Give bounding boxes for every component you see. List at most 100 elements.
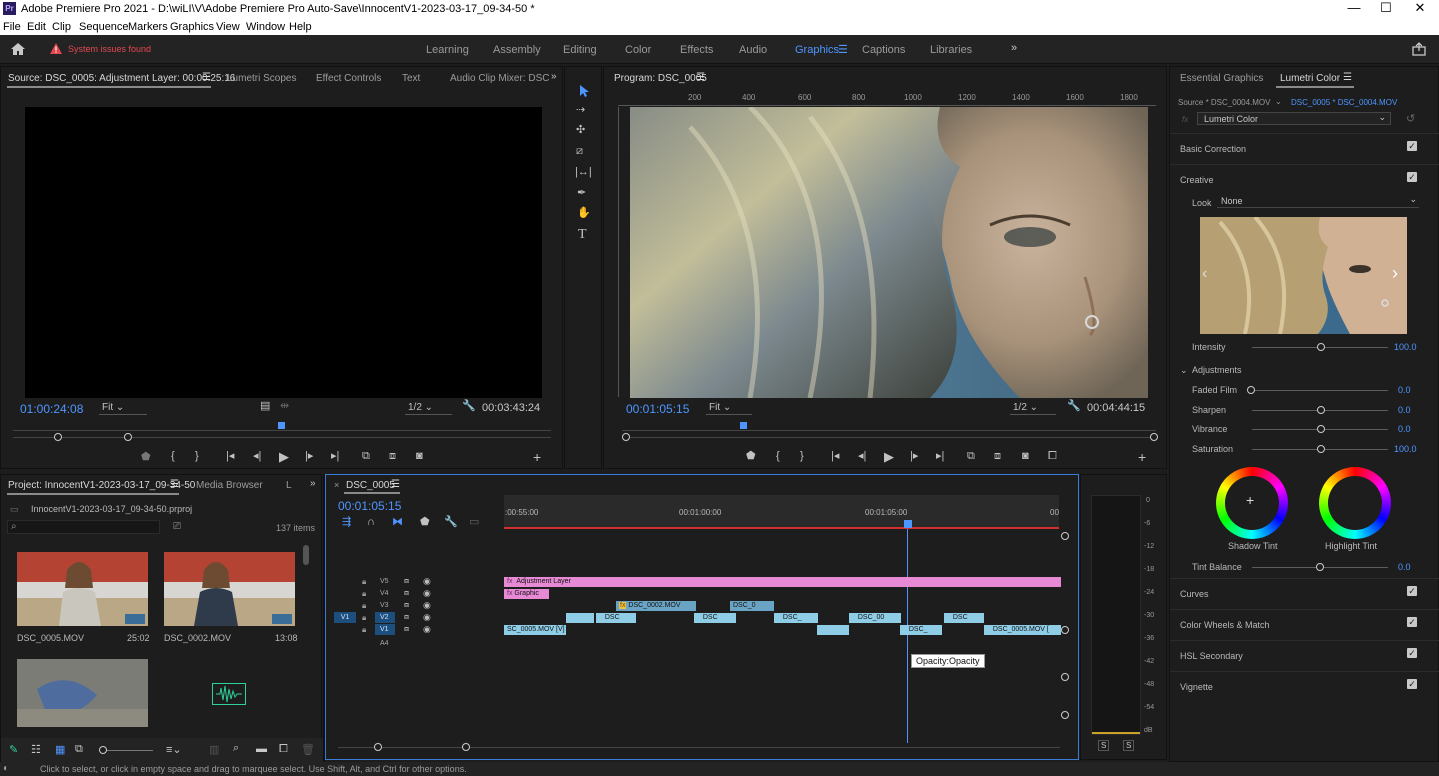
project-item-name[interactable]: DSC_0002.MOV — [164, 633, 231, 643]
eye-icon[interactable]: ◉ — [423, 600, 431, 611]
vibrance-value[interactable]: 0.0 — [1398, 424, 1411, 434]
home-icon[interactable] — [10, 42, 26, 56]
creative-checkbox[interactable]: ✓ — [1407, 172, 1417, 182]
workspace-graphics[interactable]: Graphics — [795, 44, 839, 56]
slip-tool-icon[interactable]: |↔| — [575, 167, 592, 178]
hand-tool-icon[interactable]: ✋ — [577, 208, 591, 219]
tint-balance-value[interactable]: 0.0 — [1398, 562, 1411, 572]
ripple-edit-tool-icon[interactable]: ✣ — [576, 125, 585, 136]
overwrite-icon[interactable]: ⧈ — [389, 451, 396, 462]
video-clip[interactable]: DSC_00 — [849, 613, 901, 623]
timeline-zoom-handle-right[interactable] — [462, 743, 470, 751]
timeline-scroll-handle[interactable] — [1061, 711, 1069, 719]
maximize-button[interactable]: ☐ — [1369, 0, 1403, 18]
lock-icon[interactable]: 🔒︎ — [362, 589, 366, 599]
menu-sequence[interactable]: Sequence — [79, 21, 129, 33]
thumbnail-size-handle[interactable] — [99, 746, 107, 754]
step-back-icon[interactable]: ◂| — [858, 451, 866, 462]
thumbnail-dsc-0002[interactable] — [164, 552, 295, 626]
source-playhead[interactable] — [278, 422, 285, 429]
intensity-slider-handle[interactable] — [1317, 343, 1325, 351]
program-timecode[interactable]: 00:01:05:15 — [626, 402, 689, 416]
video-clip[interactable]: DSC_ — [900, 625, 942, 635]
workspace-color[interactable]: Color — [625, 44, 651, 56]
snap-icon[interactable]: ∩ — [367, 517, 375, 528]
menu-file[interactable]: File — [3, 21, 21, 33]
export-frame-icon[interactable]: ◙ — [416, 451, 423, 462]
tab-essential-graphics[interactable]: Essential Graphics — [1180, 73, 1263, 84]
extract-icon[interactable]: ⧈ — [994, 451, 1001, 462]
pen-tool-icon[interactable]: ✒ — [577, 188, 586, 199]
step-forward-icon[interactable]: |▸ — [910, 451, 918, 462]
timeline-scroll-handle[interactable] — [1061, 532, 1069, 540]
hsl-secondary-checkbox[interactable]: ✓ — [1407, 648, 1417, 658]
faded-film-value[interactable]: 0.0 — [1398, 385, 1411, 395]
sharpen-value[interactable]: 0.0 — [1398, 405, 1411, 415]
workspace-effects[interactable]: Effects — [680, 44, 713, 56]
share-icon[interactable] — [1412, 42, 1426, 56]
source-chevron-icon[interactable]: ⌄ — [1275, 97, 1282, 106]
selection-tool-icon[interactable] — [578, 84, 590, 98]
look-select[interactable]: None ⌄ — [1217, 194, 1419, 208]
workspace-overflow-icon[interactable]: » — [1011, 42, 1017, 54]
close-button[interactable]: ✕ — [1403, 0, 1437, 18]
video-clip[interactable]: DSC — [596, 613, 636, 623]
menu-edit[interactable]: Edit — [27, 21, 46, 33]
eye-icon[interactable]: ◉ — [423, 612, 431, 623]
color-wheels-checkbox[interactable]: ✓ — [1407, 617, 1417, 627]
button-editor-icon[interactable]: + — [533, 450, 541, 464]
highlight-tint-wheel[interactable] — [1319, 467, 1391, 539]
panel-overflow-icon[interactable]: » — [551, 71, 557, 82]
source-zoom-bar[interactable] — [13, 437, 551, 438]
sync-icon[interactable]: ⧈ — [404, 600, 409, 610]
basic-correction-checkbox[interactable]: ✓ — [1407, 141, 1417, 151]
solo-left-button[interactable]: S — [1098, 740, 1110, 751]
menu-view[interactable]: View — [216, 21, 240, 33]
workspace-editing[interactable]: Editing — [563, 44, 597, 56]
menu-graphics[interactable]: Graphics — [170, 21, 214, 33]
program-resolution-dropdown[interactable]: 1/2 ⌄ — [1010, 401, 1056, 415]
program-playhead[interactable] — [740, 422, 747, 429]
add-marker-icon[interactable]: ⬟ — [420, 517, 430, 528]
program-menu-icon[interactable]: ☰ — [696, 72, 705, 83]
go-to-in-icon[interactable]: |◂ — [831, 451, 839, 462]
section-color-wheels[interactable]: Color Wheels & Match — [1180, 620, 1270, 630]
chevron-down-icon[interactable]: ⌄ — [1180, 365, 1188, 376]
new-search-bin-icon[interactable]: ⎚ — [173, 521, 181, 532]
go-to-out-icon[interactable]: ▸| — [936, 451, 944, 462]
system-issues-alert[interactable]: System issues found — [68, 44, 151, 54]
audio-clip-tile[interactable] — [164, 659, 295, 727]
mark-out-icon[interactable]: } — [800, 451, 804, 462]
timeline-zoom-bar[interactable] — [338, 747, 1060, 748]
video-clip[interactable]: DSC — [944, 613, 984, 623]
icon-view-icon[interactable]: ▦ — [55, 743, 65, 756]
button-editor-icon[interactable]: + — [1138, 450, 1146, 464]
source-timecode[interactable]: 01:00:24:08 — [20, 402, 83, 416]
video-clip[interactable]: fx DSC_0002.MOV — [616, 601, 696, 611]
video-clip[interactable]: DSC — [694, 613, 736, 623]
section-creative[interactable]: Creative — [1180, 175, 1214, 185]
go-to-in-icon[interactable]: |◂ — [226, 451, 234, 462]
timeline-playhead-head[interactable] — [904, 520, 912, 528]
razor-tool-icon[interactable]: ⧄ — [576, 146, 583, 157]
sync-icon[interactable]: ⧈ — [404, 612, 409, 622]
source-video-frame[interactable] — [25, 107, 542, 398]
lumetri-menu-icon[interactable]: ☰ — [1343, 72, 1352, 83]
tab-effect-controls[interactable]: Effect Controls — [316, 73, 381, 84]
look-preview-thumbnail[interactable] — [1200, 217, 1407, 334]
vibrance-slider-handle[interactable] — [1317, 425, 1325, 433]
wrench-icon[interactable]: 🔧 — [462, 401, 476, 412]
video-clip[interactable] — [817, 625, 849, 635]
solo-right-button[interactable]: S — [1123, 740, 1135, 751]
comparison-view-icon[interactable]: ⧠ — [1048, 451, 1057, 462]
linked-selection-icon[interactable]: ⧓ — [392, 517, 403, 528]
menu-clip[interactable]: Clip — [52, 21, 71, 33]
timeline-zoom-handle-left[interactable] — [374, 743, 382, 751]
nest-icon[interactable]: ⇶ — [342, 517, 351, 528]
tab-lumetri-scopes[interactable]: Lumetri Scopes — [227, 73, 296, 84]
timeline-scroll-handle[interactable] — [1061, 626, 1069, 634]
timeline-scroll-handle[interactable] — [1061, 673, 1069, 681]
video-clip[interactable]: SC_0005.MOV [V] — [504, 625, 566, 635]
lumetri-target-label[interactable]: DSC_0005 * DSC_0004.MOV — [1291, 98, 1397, 107]
insert-icon[interactable]: ⧉ — [362, 451, 370, 462]
